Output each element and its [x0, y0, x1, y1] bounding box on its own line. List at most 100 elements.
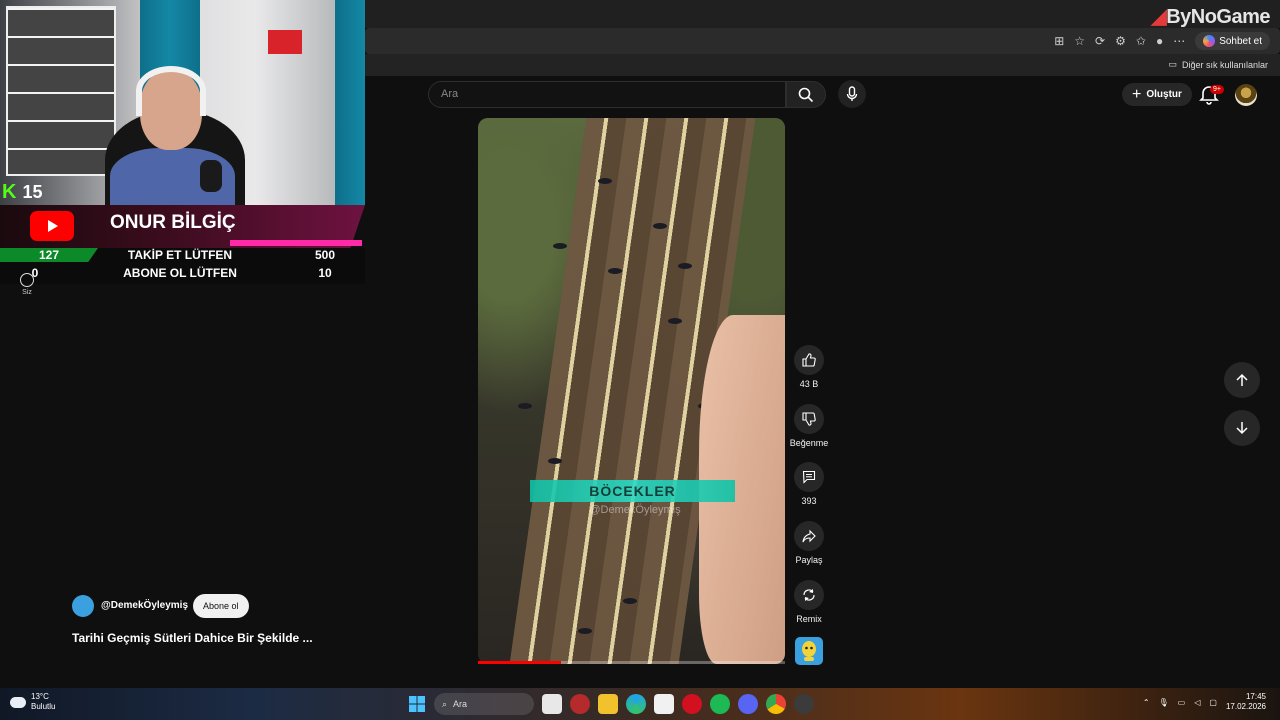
refresh-icon[interactable]: ⟳ [1095, 34, 1105, 48]
system-tray: ⌃ 🎙 ▭ ◁ ▢ 17:45 17.02.2026 [1143, 692, 1266, 712]
network-icon[interactable]: ▭ [1178, 698, 1186, 707]
share-button[interactable]: Paylaş [779, 521, 839, 565]
create-label: Oluştur [1146, 89, 1182, 100]
thumbs-up-icon [802, 353, 816, 367]
folder-icon: ▭ [1168, 59, 1177, 69]
subscribe-button[interactable]: Abone ol [193, 594, 249, 618]
voice-search-button[interactable] [838, 80, 866, 108]
sidebar-item-you[interactable]: Siz [16, 273, 38, 296]
obs-icon[interactable] [794, 694, 814, 714]
taskbar-search-label: Ara [453, 699, 468, 709]
copilot-icon [1203, 35, 1216, 47]
copilot-button[interactable]: Sohbet et [1195, 32, 1270, 50]
create-button[interactable]: + Oluştur [1122, 83, 1192, 106]
windows-start-icon[interactable] [408, 695, 426, 713]
youtube-logo-icon [30, 211, 74, 241]
search-icon: ⌕ [442, 698, 448, 709]
account-avatar[interactable] [1235, 84, 1257, 106]
chevron-up-icon[interactable]: ⌃ [1143, 698, 1150, 707]
video-caption-overlay: BÖCEKLER [530, 480, 735, 502]
volume-icon[interactable]: ◁ [1194, 698, 1200, 707]
comments-button[interactable]: 393 [779, 462, 839, 506]
channel-mascot-icon [802, 641, 816, 661]
notification-badge: 9+ [1210, 85, 1224, 94]
split-screen-icon[interactable]: ⊞ [1054, 34, 1064, 48]
microphone-icon[interactable]: 🎙 [1159, 698, 1169, 707]
dislike-button[interactable]: Beğenme [779, 404, 839, 448]
extensions-icon[interactable]: ⚙ [1115, 34, 1126, 48]
remix-label: Remix [796, 614, 822, 624]
streamer-webcam [0, 0, 365, 205]
edge-browser-icon[interactable] [626, 694, 646, 714]
temperature: 13°C [31, 692, 49, 701]
clock[interactable]: 17:45 17.02.2026 [1226, 692, 1266, 712]
thumbs-down-icon [802, 412, 816, 426]
weather-condition: Bulutlu [31, 702, 56, 711]
share-icon [802, 529, 816, 543]
clock-date: 17.02.2026 [1225, 702, 1266, 711]
taskbar-apps: ⌕ Ara [408, 692, 814, 716]
search-icon [798, 87, 814, 102]
follow-label: TAKİP ET LÜTFEN [127, 248, 233, 262]
video-watermark: @DemekÖyleymiş [589, 504, 681, 516]
like-button[interactable]: 43 B [779, 345, 839, 389]
panel-accent-stripe [230, 240, 362, 246]
previous-short-button[interactable] [1224, 362, 1260, 398]
video-title[interactable]: Tarihi Geçmiş Sütleri Dahice Bir Şekilde… [72, 631, 313, 645]
profile-icon[interactable]: ● [1156, 34, 1163, 48]
app-red-icon[interactable] [570, 694, 590, 714]
plus-icon: + [1132, 85, 1142, 103]
shorts-video-player[interactable] [478, 118, 785, 664]
video-progress-fill [478, 661, 561, 664]
kick-logo-icon: K [2, 181, 17, 203]
comment-count: 393 [801, 496, 817, 506]
remix-button[interactable]: Remix [779, 580, 839, 624]
favorite-star-icon[interactable]: ☆ [1074, 34, 1085, 48]
clock-time: 17:45 [1245, 692, 1266, 701]
store-icon[interactable] [654, 694, 674, 714]
favorites-icon[interactable]: ✩ [1136, 34, 1146, 48]
bynogame-logo: ◢ByNoGame [1151, 6, 1270, 28]
copilot-label: Sohbet et [1219, 35, 1262, 47]
discord-icon[interactable] [738, 694, 758, 714]
arrow-up-icon [1236, 373, 1248, 386]
other-favorites-folder[interactable]: ▭ Diğer sık kullanılanlar [1168, 59, 1268, 70]
search-input[interactable]: Ara [428, 81, 786, 108]
spotify-icon[interactable] [710, 694, 730, 714]
file-icon[interactable] [542, 694, 562, 714]
cloud-icon [10, 696, 26, 708]
taskbar-search[interactable]: ⌕ Ara [434, 693, 534, 715]
follow-current: 127 [0, 248, 98, 262]
like-count: 43 B [799, 379, 819, 389]
channel-avatar[interactable] [72, 595, 94, 617]
chrome-icon[interactable] [766, 694, 786, 714]
remix-icon [803, 589, 815, 601]
next-short-button[interactable] [1224, 410, 1260, 446]
comment-icon [802, 470, 816, 484]
microphone-icon [846, 86, 858, 101]
follow-goal: 500 [314, 248, 336, 262]
streamer-name: ONUR BİLGİÇ [110, 212, 236, 233]
sidebar-you-label: Siz [22, 289, 32, 296]
user-icon [20, 273, 34, 287]
weather-widget[interactable]: 13°C Bulutlu [10, 692, 55, 712]
kick-viewer-count: K 15 [2, 181, 42, 204]
channel-thumbnail[interactable] [795, 637, 823, 665]
arrow-down-icon [1236, 422, 1248, 435]
kick-viewers-value: 15 [22, 182, 43, 202]
video-progress-bar[interactable] [478, 661, 785, 664]
chat-icon[interactable]: ▢ [1209, 698, 1217, 707]
more-options-icon[interactable]: ⋯ [1173, 34, 1185, 48]
follow-goal-row: 127 TAKİP ET LÜTFEN 500 [0, 248, 365, 266]
subscribe-goal: 10 [318, 266, 332, 280]
opera-icon[interactable] [682, 694, 702, 714]
share-label: Paylaş [795, 555, 823, 565]
browser-toolbar: ⊞ ☆ ⟳ ⚙ ✩ ● ⋯ Sohbet et [1054, 30, 1270, 52]
subscribe-goal-row: 0 ABONE OL LÜTFEN 10 [0, 266, 365, 284]
channel-handle[interactable]: @DemekÖyleymiş [101, 600, 188, 611]
search-placeholder: Ara [441, 88, 459, 100]
search-button[interactable] [786, 81, 826, 108]
subscribe-label: ABONE OL LÜTFEN [123, 266, 237, 280]
other-favorites-label: Diğer sık kullanılanlar [1181, 59, 1268, 70]
file-explorer-icon[interactable] [598, 694, 618, 714]
